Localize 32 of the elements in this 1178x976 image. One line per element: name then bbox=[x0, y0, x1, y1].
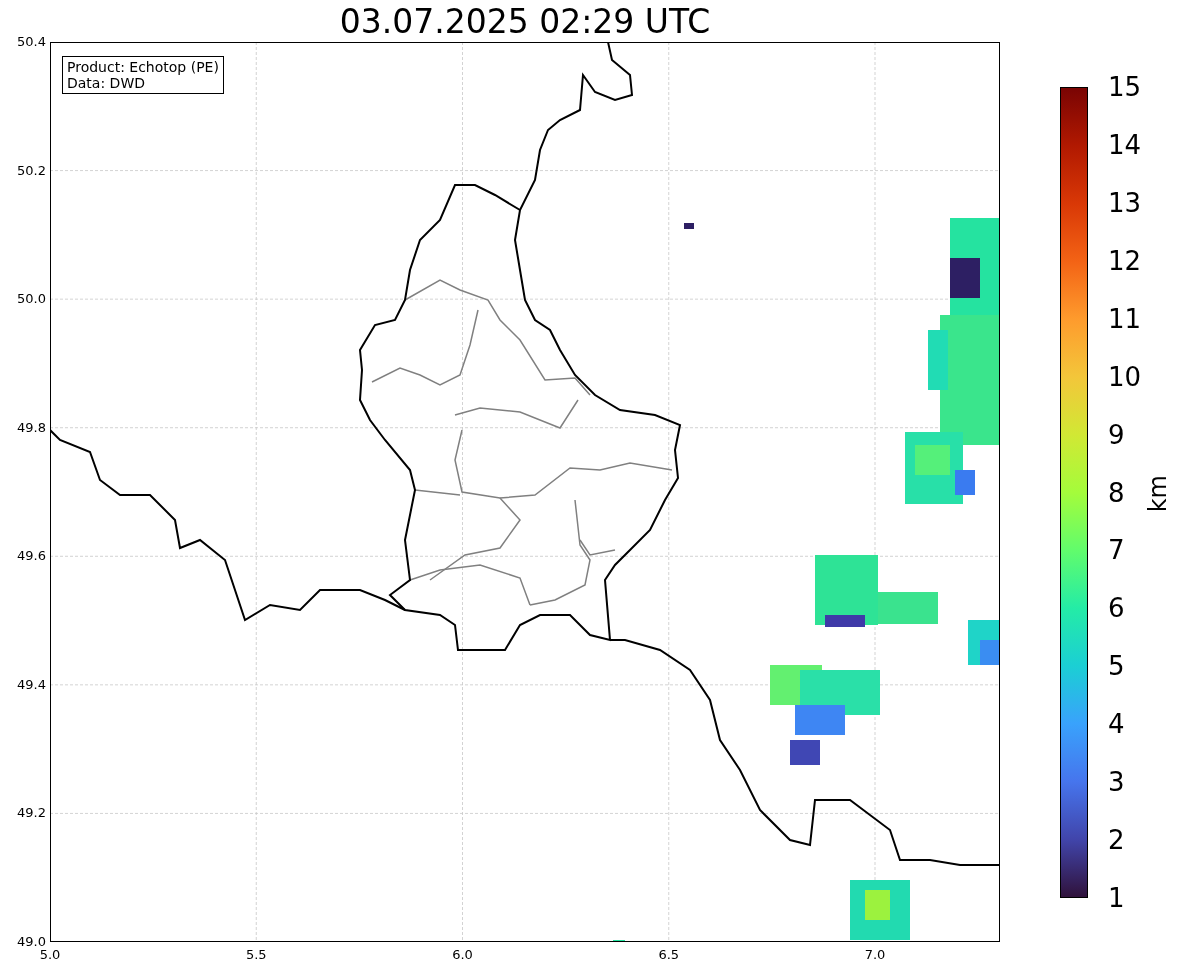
colorbar-tick-label: 8 bbox=[1108, 479, 1125, 506]
y-tick-label: 50.0 bbox=[17, 291, 46, 307]
colorbar-tick-label: 4 bbox=[1108, 711, 1125, 738]
colorbar-tick-label: 1 bbox=[1108, 885, 1125, 911]
colorbar-tick-label: 14 bbox=[1108, 131, 1142, 158]
colorbar-tick-label: 12 bbox=[1108, 247, 1142, 274]
colorbar-label: km bbox=[1144, 475, 1172, 513]
colorbar-tick-label: 13 bbox=[1108, 189, 1142, 216]
colorbar-tick-label: 11 bbox=[1108, 305, 1142, 332]
x-tick-label: 5.5 bbox=[245, 947, 267, 962]
colorbar-tick-label: 15 bbox=[1108, 74, 1142, 100]
x-tick-label: 6.5 bbox=[658, 947, 680, 962]
x-tick-label: 7.0 bbox=[864, 947, 886, 962]
y-tick-label: 49.0 bbox=[17, 934, 46, 949]
colorbar-tick-label: 6 bbox=[1108, 595, 1125, 622]
legend-text: Product: Echotop (PE) bbox=[67, 59, 219, 75]
legend-text: Data: DWD bbox=[67, 75, 146, 91]
colorbar-tick-label: 9 bbox=[1108, 421, 1125, 448]
y-tick-label: 49.8 bbox=[17, 419, 46, 435]
colorbar-tick-label: 5 bbox=[1108, 653, 1125, 680]
y-tick-label: 50.2 bbox=[17, 162, 46, 178]
colorbar-tick-label: 3 bbox=[1108, 769, 1125, 796]
x-tick-label: 6.0 bbox=[452, 947, 473, 962]
y-tick-label: 49.6 bbox=[17, 548, 46, 564]
colorbar-tick-label: 7 bbox=[1108, 537, 1125, 564]
x-tick-label: 5.0 bbox=[39, 947, 61, 962]
colorbar-tick-label: 2 bbox=[1108, 827, 1125, 854]
colorbar-tick-label: 10 bbox=[1108, 363, 1142, 390]
chart-title: 03.07.2025 02:29 UTC bbox=[339, 2, 711, 42]
y-tick-label: 50.4 bbox=[17, 34, 46, 49]
y-tick-label: 49.4 bbox=[17, 676, 46, 692]
y-tick-label: 49.2 bbox=[17, 805, 46, 821]
